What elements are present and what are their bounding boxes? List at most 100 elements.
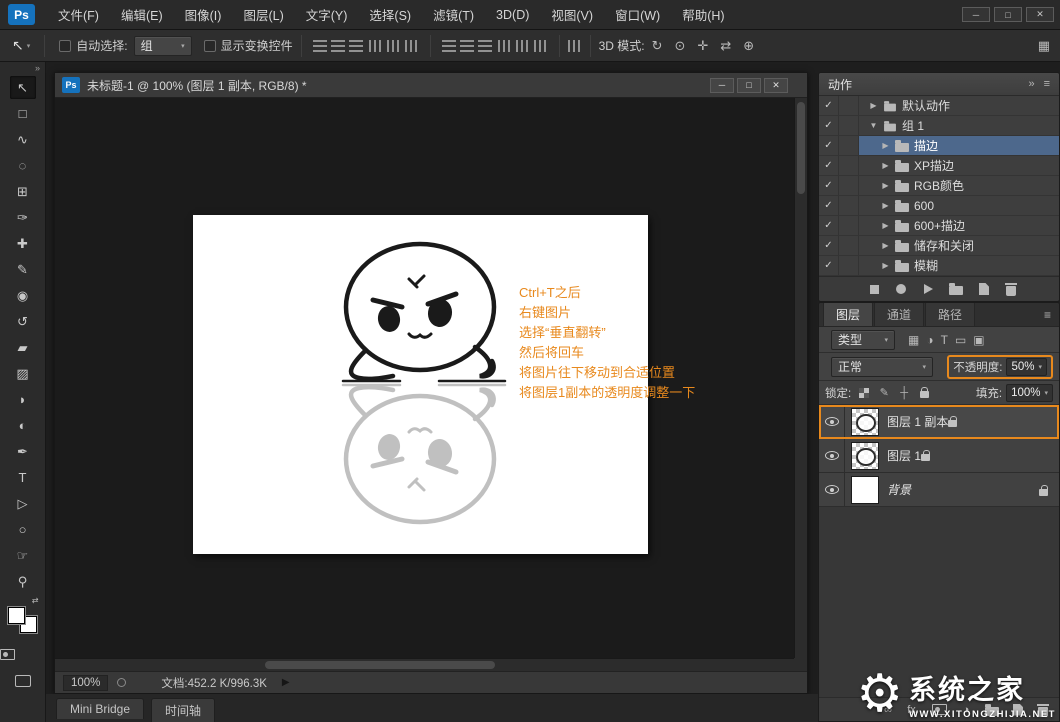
canvas-area[interactable]: Ctrl+T之后右键图片选择“垂直翻转”然后将回车将图片往下移动到合适位置将图层… — [55, 98, 807, 671]
menu-file[interactable]: 文件(F) — [47, 0, 110, 29]
blur-tool[interactable]: ◗ — [10, 388, 36, 411]
menu-layer[interactable]: 图层(L) — [232, 0, 294, 29]
layer-row[interactable]: 图层 1 副本 — [819, 405, 1059, 439]
scrollbar-thumb[interactable] — [265, 661, 495, 669]
auto-select-target-combo[interactable]: 组▾ — [134, 36, 192, 56]
visibility-toggle[interactable] — [819, 473, 845, 506]
action-dialog-toggle[interactable] — [839, 196, 859, 215]
layer-row[interactable]: 图层 1 — [819, 439, 1059, 473]
align-left-edges-icon[interactable] — [369, 40, 383, 52]
action-row[interactable]: ✓ ▶ 储存和关闭 — [819, 236, 1059, 256]
pen-tool[interactable]: ✒ — [10, 440, 36, 463]
opacity-value[interactable]: 50%▾ — [1006, 358, 1047, 376]
align-horizontal-centers-icon[interactable] — [387, 40, 401, 52]
type-tool[interactable]: T — [10, 466, 36, 489]
show-transform-checkbox[interactable] — [204, 40, 216, 52]
crop-tool[interactable]: ⊞ — [10, 180, 36, 203]
layer-thumbnail[interactable] — [851, 442, 879, 470]
quick-mask-icon[interactable] — [0, 649, 15, 660]
horizontal-scrollbar[interactable] — [55, 658, 794, 671]
distribute-bottom-edges-icon[interactable] — [478, 40, 492, 52]
action-toggle-check[interactable]: ✓ — [819, 216, 839, 235]
action-toggle-check[interactable]: ✓ — [819, 156, 839, 175]
doc-minimize-button[interactable]: ─ — [710, 78, 734, 93]
lock-pixels-icon[interactable]: ✎ — [878, 386, 890, 399]
menu-select[interactable]: 选择(S) — [358, 0, 422, 29]
action-row[interactable]: ✓ ▶ 600 — [819, 196, 1059, 216]
foreground-color-swatch[interactable] — [8, 607, 25, 624]
filter-shape-layers-icon[interactable]: ▭ — [955, 333, 966, 347]
eyedropper-tool[interactable]: ✑ — [10, 206, 36, 229]
quick-selection-tool[interactable]: ◌ — [10, 154, 36, 177]
close-button[interactable]: ✕ — [1026, 7, 1054, 22]
distribute-top-edges-icon[interactable] — [442, 40, 456, 52]
clone-stamp-tool[interactable]: ◉ — [10, 284, 36, 307]
action-dialog-toggle[interactable] — [839, 156, 859, 175]
lasso-tool[interactable]: ∿ — [10, 128, 36, 151]
blend-mode-combo[interactable]: 正常▾ — [831, 357, 933, 377]
zoom-tool[interactable]: ⚲ — [10, 570, 36, 593]
history-brush-tool[interactable]: ↺ — [10, 310, 36, 333]
maximize-button[interactable]: □ — [994, 7, 1022, 22]
action-toggle-check[interactable]: ✓ — [819, 96, 839, 115]
action-dialog-toggle[interactable] — [839, 216, 859, 235]
dodge-tool[interactable]: ◐ — [10, 414, 36, 437]
screen-mode-icon[interactable] — [15, 675, 31, 687]
auto-align-layers-icon[interactable] — [568, 40, 582, 52]
menu-window[interactable]: 窗口(W) — [604, 0, 671, 29]
layer-thumbnail[interactable] — [851, 408, 879, 436]
align-vertical-centers-icon[interactable] — [331, 40, 345, 52]
menu-3d[interactable]: 3D(D) — [485, 0, 540, 29]
hand-tool[interactable]: ☞ — [10, 544, 36, 567]
3d-roll-icon[interactable]: ⊙ — [675, 38, 686, 54]
eraser-tool[interactable]: ▰ — [10, 336, 36, 359]
tab-timeline[interactable]: 时间轴 — [151, 698, 215, 722]
3d-scale-icon[interactable]: ⊕ — [743, 38, 754, 54]
layer-name[interactable]: 图层 1 — [887, 447, 921, 464]
doc-close-button[interactable]: ✕ — [764, 78, 788, 93]
brush-tool[interactable]: ✎ — [10, 258, 36, 281]
filter-type-layers-icon[interactable]: T — [941, 333, 948, 347]
minimize-button[interactable]: ─ — [962, 7, 990, 22]
visibility-toggle[interactable] — [819, 405, 845, 438]
vertical-scrollbar[interactable] — [794, 98, 807, 658]
workspace-icon[interactable]: ▦ — [1038, 38, 1050, 54]
lock-transparency-icon[interactable] — [858, 388, 870, 398]
document-page[interactable]: Ctrl+T之后右键图片选择“垂直翻转”然后将回车将图片往下移动到合适位置将图层… — [193, 215, 648, 554]
action-row[interactable]: ✓ ▶ 描边 — [819, 136, 1059, 156]
menu-type[interactable]: 文字(Y) — [295, 0, 359, 29]
toolbar-collapse-icon[interactable]: » — [0, 62, 45, 76]
align-bottom-edges-icon[interactable] — [349, 40, 363, 52]
action-dialog-toggle[interactable] — [839, 176, 859, 195]
menu-filter[interactable]: 滤镜(T) — [422, 0, 485, 29]
3d-rotate-icon[interactable]: ↻ — [652, 38, 663, 54]
lock-position-icon[interactable]: ┼ — [898, 387, 910, 399]
action-row[interactable]: ✓ ▶ 模糊 — [819, 256, 1059, 276]
layer-row[interactable]: 背景 — [819, 473, 1059, 507]
3d-slide-icon[interactable]: ⇄ — [720, 38, 731, 54]
current-tool-icon[interactable]: ↖▾ — [6, 37, 36, 54]
distribute-vertical-centers-icon[interactable] — [460, 40, 474, 52]
filter-kind-combo[interactable]: 类型▾ — [831, 330, 895, 350]
auto-select-checkbox[interactable] — [59, 40, 71, 52]
expand-arrow-icon[interactable]: ▶ — [881, 141, 890, 150]
align-top-edges-icon[interactable] — [313, 40, 327, 52]
3d-drag-icon[interactable]: ✛ — [697, 38, 708, 54]
path-selection-tool[interactable]: ▷ — [10, 492, 36, 515]
distribute-right-edges-icon[interactable] — [534, 40, 548, 52]
delete-action-icon[interactable] — [1005, 282, 1017, 296]
menu-help[interactable]: 帮助(H) — [671, 0, 735, 29]
ellipse-tool[interactable]: ○ — [10, 518, 36, 541]
menu-image[interactable]: 图像(I) — [174, 0, 233, 29]
visibility-toggle[interactable] — [819, 439, 845, 472]
zoom-level[interactable]: 100% — [63, 675, 108, 691]
color-swatches[interactable]: ⇄ — [8, 603, 38, 633]
action-toggle-check[interactable]: ✓ — [819, 236, 839, 255]
action-dialog-toggle[interactable] — [839, 116, 859, 135]
opacity-control[interactable]: 不透明度: 50%▾ — [947, 355, 1053, 379]
expand-arrow-icon[interactable]: ▶ — [881, 181, 890, 190]
lock-all-icon[interactable] — [918, 387, 930, 398]
menu-view[interactable]: 视图(V) — [540, 0, 604, 29]
doc-maximize-button[interactable]: □ — [737, 78, 761, 93]
new-action-icon[interactable] — [978, 283, 990, 295]
